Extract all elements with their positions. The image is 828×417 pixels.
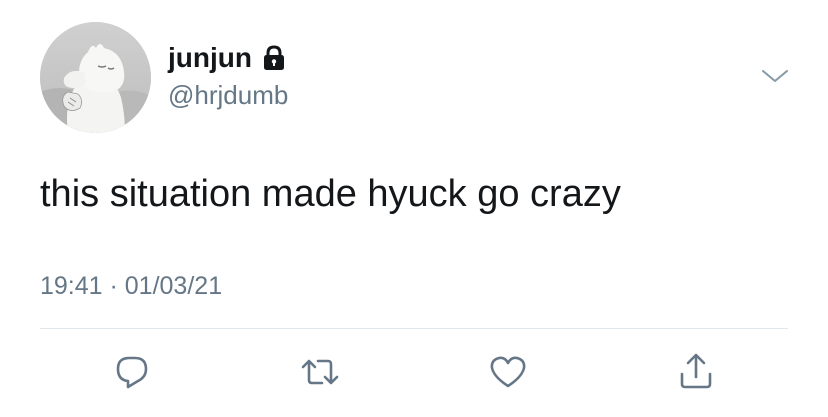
tweet-text: this situation made hyuck go crazy — [40, 173, 621, 215]
name-row: junjun — [168, 40, 288, 76]
retweet-icon — [301, 359, 339, 385]
like-button[interactable] — [486, 350, 530, 394]
retweet-button[interactable] — [298, 350, 342, 394]
share-button[interactable] — [674, 350, 718, 394]
lock-icon — [260, 44, 288, 72]
user-handle[interactable]: @hrjdumb — [168, 78, 288, 112]
heart-icon — [490, 356, 526, 388]
share-icon — [680, 353, 712, 389]
divider — [40, 328, 788, 329]
tweet-timestamp[interactable]: 19:41 · 01/03/21 — [40, 270, 222, 302]
user-info: junjun @hrjdumb — [168, 40, 288, 112]
chevron-down-icon[interactable] — [760, 66, 790, 86]
reply-icon — [116, 356, 148, 389]
avatar-moomin-image — [40, 22, 151, 133]
display-name[interactable]: junjun — [168, 40, 252, 76]
tweet-card: junjun @hrjdumb this situation made hyuc… — [0, 0, 828, 417]
avatar[interactable] — [40, 22, 151, 133]
reply-button[interactable] — [110, 350, 154, 394]
